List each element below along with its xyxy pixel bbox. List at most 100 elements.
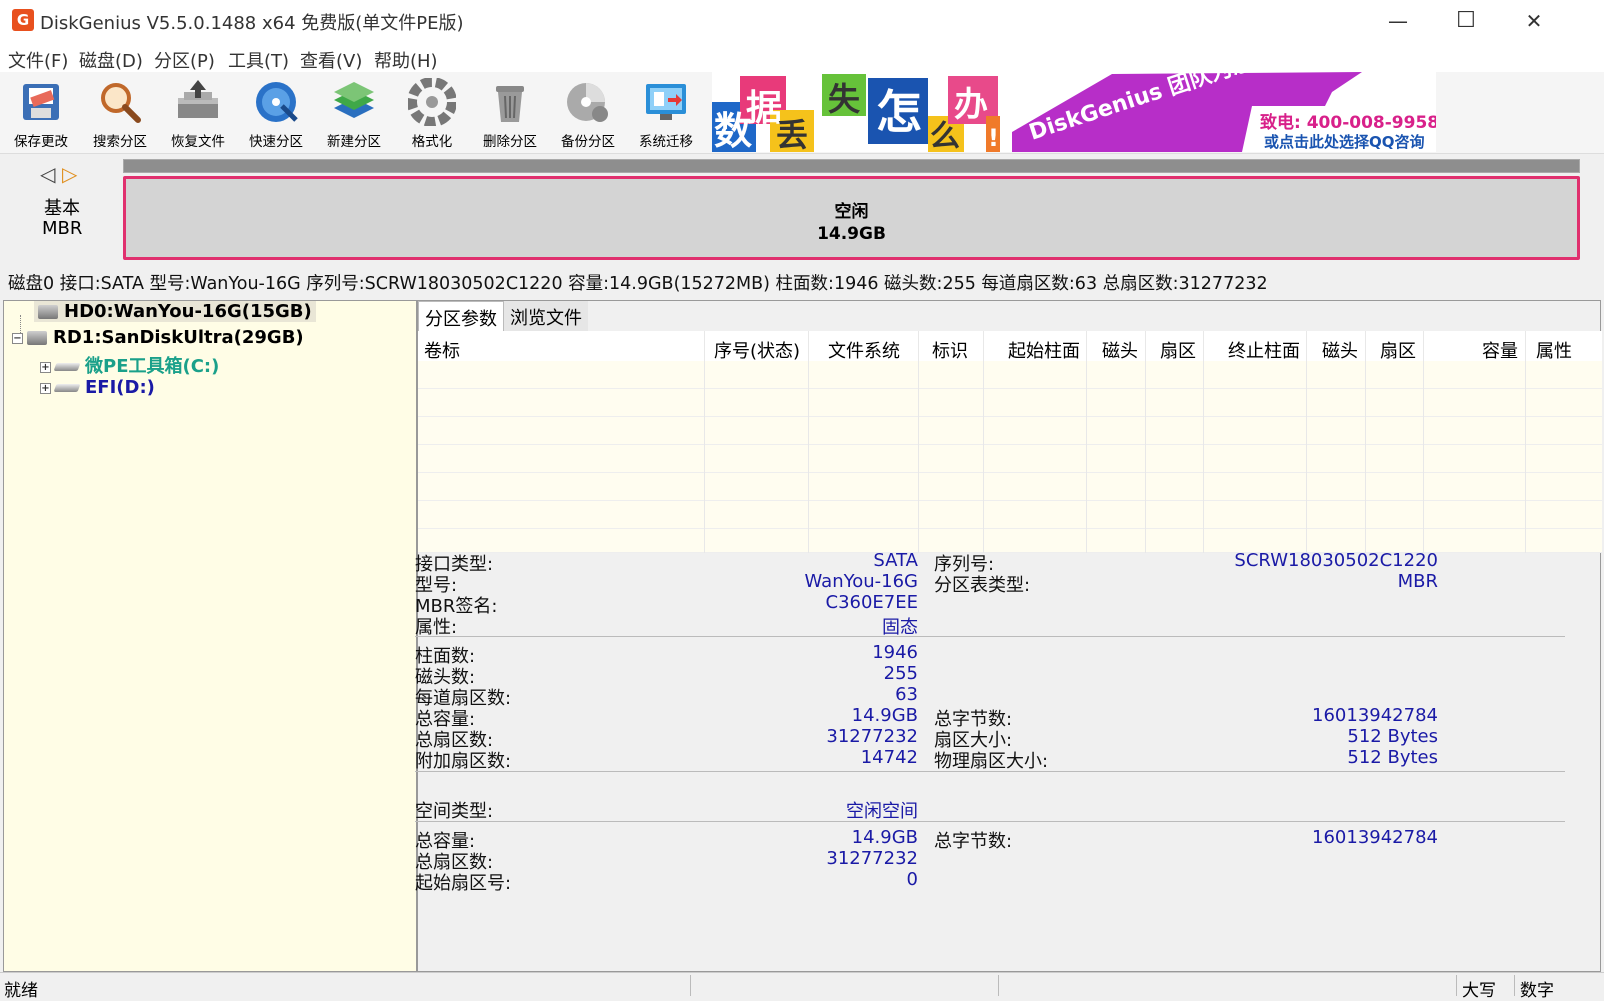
extra-sectors-value: 14742 bbox=[860, 747, 918, 768]
new-partition-button[interactable]: 新建分区 bbox=[316, 76, 392, 152]
start-sector-value: 0 bbox=[906, 869, 918, 890]
table-row[interactable] bbox=[418, 361, 1602, 389]
status-caps-lock: 大写 bbox=[1462, 981, 1496, 1001]
column-divider bbox=[1086, 331, 1087, 553]
table-row[interactable] bbox=[418, 501, 1602, 529]
disk-map: ◁ ▷ 基本 MBR 空闲 14.9GB bbox=[0, 154, 1604, 264]
free-total-bytes-value: 16013942784 bbox=[1312, 827, 1438, 848]
column-header-end-cylinder[interactable]: 终止柱面 bbox=[1228, 337, 1300, 363]
tree-item-hd0[interactable]: HD0:WanYou-16G(15GB) bbox=[34, 301, 316, 322]
expand-icon[interactable]: + bbox=[40, 382, 51, 394]
free-space-label: 空闲 bbox=[834, 202, 869, 222]
banner-char-4: 失 bbox=[828, 80, 861, 118]
status-divider bbox=[998, 975, 999, 996]
status-divider bbox=[690, 975, 691, 996]
menu-tools[interactable]: 工具(T) bbox=[228, 47, 289, 73]
backup-partition-button[interactable]: 备份分区 bbox=[550, 76, 626, 152]
maximize-button[interactable]: ☐ bbox=[1432, 0, 1500, 42]
minimize-button[interactable]: — bbox=[1364, 0, 1432, 42]
title-bar: G DiskGenius V5.5.0.1488 x64 免费版(单文件PE版)… bbox=[0, 0, 1604, 42]
disk-type-mbr: MBR bbox=[42, 218, 83, 239]
format-icon bbox=[408, 78, 456, 126]
interface-type-value: SATA bbox=[873, 550, 918, 571]
partition-table-type-value: MBR bbox=[1397, 571, 1438, 592]
trash-icon bbox=[496, 86, 524, 122]
table-row[interactable] bbox=[418, 389, 1602, 417]
menu-bar: 文件(F) 磁盘(D) 分区(P) 工具(T) 查看(V) 帮助(H) bbox=[0, 42, 1604, 72]
right-panel: 分区参数 浏览文件 卷标 序号(状态) 文件系统 标识 起始柱面 磁头 扇区 终… bbox=[415, 300, 1602, 972]
prev-disk-arrow-icon[interactable]: ◁ bbox=[40, 162, 55, 186]
new-partition-icon bbox=[334, 82, 374, 118]
column-header-end-sector[interactable]: 扇区 bbox=[1380, 337, 1416, 363]
tree-item-rd1[interactable]: − RD1:SanDiskUltra(29GB) bbox=[12, 327, 304, 348]
tree-item-vol-c[interactable]: + 微PE工具箱(C:) bbox=[40, 352, 219, 378]
banner-qq-link[interactable]: 或点击此处选择QQ咨询 bbox=[1264, 133, 1425, 151]
search-partition-button[interactable]: 搜索分区 bbox=[82, 76, 158, 152]
quick-partition-button[interactable]: 快速分区 bbox=[238, 76, 314, 152]
model-value: WanYou-16G bbox=[804, 571, 918, 592]
total-bytes-value: 16013942784 bbox=[1312, 705, 1438, 726]
migration-icon bbox=[646, 84, 686, 120]
menu-disk[interactable]: 磁盘(D) bbox=[79, 47, 143, 73]
hard-disk-icon bbox=[27, 331, 47, 345]
recover-files-button[interactable]: 恢复文件 bbox=[160, 76, 236, 152]
app-icon: G bbox=[12, 9, 34, 31]
tab-partition-params[interactable]: 分区参数 bbox=[418, 301, 504, 331]
banner-phone: 致电: 400-008-9958 bbox=[1260, 112, 1436, 133]
total-sectors-value: 31277232 bbox=[826, 726, 918, 747]
column-divider bbox=[1306, 331, 1307, 553]
banner-char-7: 办 bbox=[954, 85, 988, 125]
tree-item-vol-d[interactable]: + EFI(D:) bbox=[40, 377, 155, 398]
column-header-capacity[interactable]: 容量 bbox=[1482, 337, 1518, 363]
close-button[interactable]: ✕ bbox=[1500, 0, 1568, 42]
free-total-capacity-value: 14.9GB bbox=[851, 827, 918, 848]
divider bbox=[415, 771, 1565, 772]
column-divider bbox=[1145, 331, 1146, 553]
table-row[interactable] bbox=[418, 417, 1602, 445]
heads-value: 255 bbox=[883, 663, 918, 684]
table-row[interactable] bbox=[418, 445, 1602, 473]
volume-icon bbox=[53, 384, 81, 392]
delete-partition-button[interactable]: 删除分区 bbox=[472, 76, 548, 152]
backup-icon bbox=[567, 83, 608, 122]
hard-disk-icon bbox=[38, 305, 58, 319]
column-divider bbox=[1365, 331, 1366, 553]
column-header-attribute[interactable]: 属性 bbox=[1536, 337, 1572, 363]
extra-sectors-label: 附加扇区数: bbox=[415, 751, 512, 772]
total-capacity-value: 14.9GB bbox=[851, 705, 918, 726]
tab-browse-files[interactable]: 浏览文件 bbox=[504, 301, 588, 331]
column-header-filesystem[interactable]: 文件系统 bbox=[828, 337, 900, 363]
magnifier-icon bbox=[101, 83, 141, 123]
disk-type-basic: 基本 bbox=[44, 198, 80, 219]
format-button[interactable]: 格式化 bbox=[394, 76, 470, 152]
save-changes-button[interactable]: 保存更改 bbox=[3, 76, 79, 152]
column-header-start-cylinder[interactable]: 起始柱面 bbox=[1008, 337, 1080, 363]
column-header-id[interactable]: 标识 bbox=[932, 337, 968, 363]
promo-banner[interactable]: 数 据 丢 失 怎 么 办 ! DiskGenius 团队为您服务 致电: 40… bbox=[712, 72, 1436, 152]
column-header-start-head[interactable]: 磁头 bbox=[1102, 337, 1138, 363]
menu-view[interactable]: 查看(V) bbox=[300, 47, 362, 73]
space-type-label: 空间类型: bbox=[415, 801, 494, 822]
expand-icon[interactable]: + bbox=[40, 361, 51, 373]
column-divider bbox=[983, 331, 984, 553]
divider bbox=[415, 636, 1565, 637]
free-total-bytes-label: 总字节数: bbox=[934, 831, 1013, 852]
column-header-index[interactable]: 序号(状态) bbox=[714, 337, 800, 363]
menu-help[interactable]: 帮助(H) bbox=[374, 47, 438, 73]
menu-file[interactable]: 文件(F) bbox=[8, 47, 68, 73]
collapse-icon[interactable]: − bbox=[12, 332, 23, 344]
free-space-block[interactable]: 空闲 14.9GB bbox=[123, 176, 1580, 260]
start-sector-label: 起始扇区号: bbox=[415, 873, 512, 894]
column-header-end-head[interactable]: 磁头 bbox=[1322, 337, 1358, 363]
next-disk-arrow-icon[interactable]: ▷ bbox=[62, 162, 77, 186]
table-row[interactable] bbox=[418, 473, 1602, 501]
quick-partition-icon bbox=[256, 82, 298, 122]
divider bbox=[415, 821, 1565, 822]
system-migration-button[interactable]: 系统迁移 bbox=[628, 76, 704, 152]
column-header-label[interactable]: 卷标 bbox=[424, 337, 460, 363]
column-header-start-sector[interactable]: 扇区 bbox=[1160, 337, 1196, 363]
column-divider bbox=[1203, 331, 1204, 553]
recover-icon bbox=[178, 80, 218, 118]
disk-tree: HD0:WanYou-16G(15GB) − RD1:SanDiskUltra(2… bbox=[3, 300, 417, 972]
menu-partition[interactable]: 分区(P) bbox=[154, 47, 215, 73]
